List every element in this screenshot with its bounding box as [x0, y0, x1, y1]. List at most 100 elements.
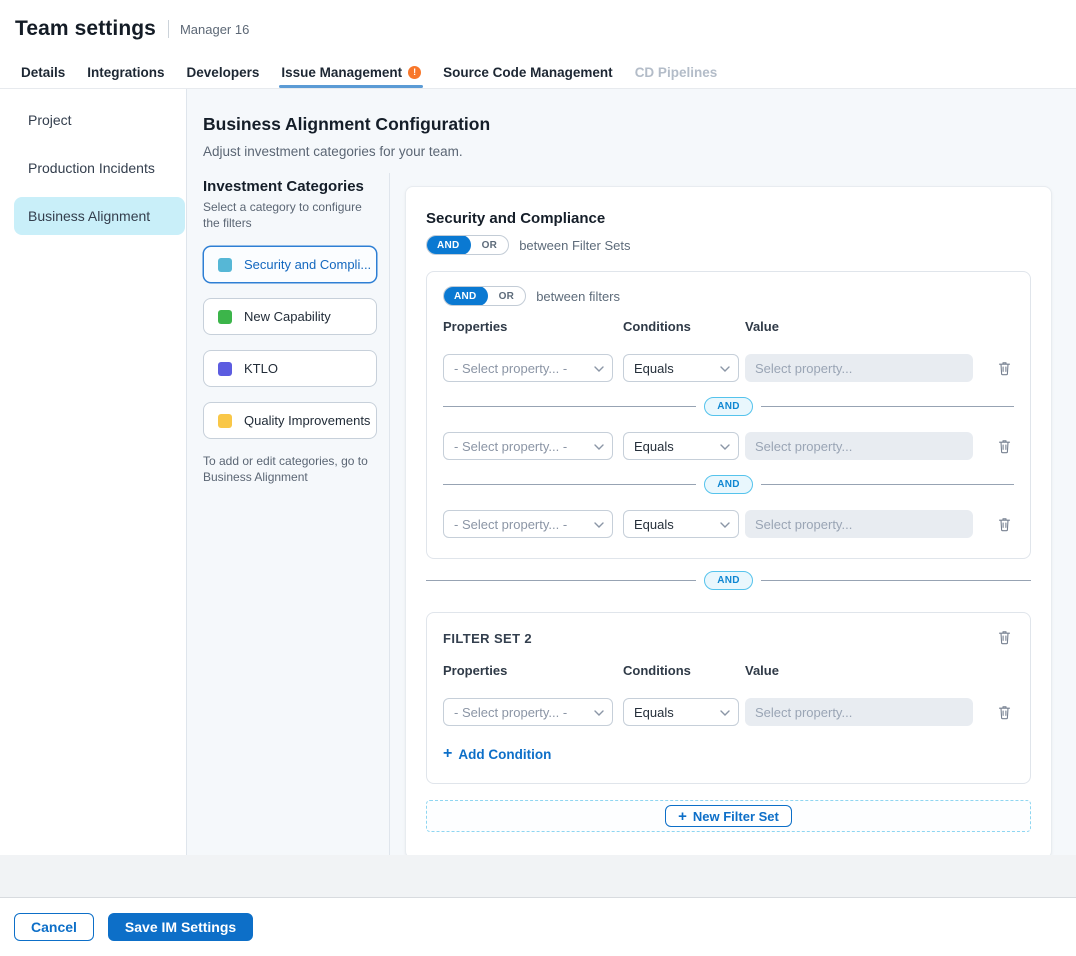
- chevron-down-icon: [720, 522, 730, 528]
- page-header: Team settings Manager 16: [0, 0, 1076, 58]
- category-color-swatch: [218, 362, 232, 376]
- footer-spacer: [0, 855, 1076, 898]
- and-connector: AND: [443, 475, 1014, 494]
- settings-tabbar: Details Integrations Developers Issue Ma…: [0, 58, 1076, 89]
- filter-row: - Select property... - Equals: [443, 698, 1014, 726]
- toggle-and-option[interactable]: AND: [443, 286, 488, 306]
- toggle-or-option[interactable]: OR: [488, 291, 526, 302]
- delete-filter-button[interactable]: [995, 358, 1014, 378]
- filter-set-2-title: FILTER SET 2: [443, 627, 532, 646]
- and-between-sets-connector: AND: [426, 571, 1031, 590]
- category-new-capability[interactable]: New Capability: [203, 298, 377, 335]
- properties-header: Properties: [443, 319, 613, 334]
- delete-filter-button[interactable]: [995, 702, 1014, 722]
- tab-issue-management[interactable]: Issue Management !: [281, 58, 421, 88]
- settings-sidebar: Project Production Incidents Business Al…: [0, 89, 187, 855]
- categories-title: Investment Categories: [203, 178, 377, 195]
- plus-icon: +: [443, 746, 452, 762]
- between-filters-label: between filters: [536, 289, 620, 304]
- team-settings-page: Team settings Manager 16 Details Integra…: [0, 0, 1076, 956]
- property-select[interactable]: - Select property... -: [443, 432, 613, 460]
- delete-filter-button[interactable]: [995, 436, 1014, 456]
- filter-set-1: AND OR between filters Properties Condit…: [426, 271, 1031, 559]
- main-panel: Business Alignment Configuration Adjust …: [187, 89, 1076, 855]
- value-input[interactable]: [745, 510, 973, 538]
- sidebar-item-production-incidents[interactable]: Production Incidents: [0, 149, 186, 187]
- add-condition-button[interactable]: + Add Condition: [443, 746, 551, 762]
- and-or-toggle[interactable]: AND OR: [426, 235, 509, 255]
- category-quality-improvements[interactable]: Quality Improvements: [203, 402, 377, 439]
- properties-header: Properties: [443, 663, 613, 678]
- investment-categories-column: Investment Categories Select a category …: [187, 173, 390, 855]
- value-input[interactable]: [745, 698, 973, 726]
- category-ktlo[interactable]: KTLO: [203, 350, 377, 387]
- and-or-toggle[interactable]: AND OR: [443, 286, 526, 306]
- save-im-settings-button[interactable]: Save IM Settings: [108, 913, 253, 941]
- conditions-header: Conditions: [623, 663, 739, 678]
- sidebar-item-business-alignment[interactable]: Business Alignment: [14, 197, 185, 235]
- condition-select[interactable]: Equals: [623, 354, 739, 382]
- filter-set-2-header: FILTER SET 2: [443, 627, 1014, 647]
- content-area: Project Production Incidents Business Al…: [0, 89, 1076, 855]
- category-color-swatch: [218, 258, 232, 272]
- value-header: Value: [745, 663, 973, 678]
- category-color-swatch: [218, 414, 232, 428]
- value-header: Value: [745, 319, 973, 334]
- toggle-and-option[interactable]: AND: [426, 235, 471, 255]
- trash-icon: [997, 438, 1012, 454]
- value-input[interactable]: [745, 354, 973, 382]
- action-footer: Cancel Save IM Settings: [0, 898, 1076, 956]
- category-security-and-compliance[interactable]: Security and Compli...: [203, 246, 377, 283]
- cancel-button[interactable]: Cancel: [14, 913, 94, 941]
- new-filter-set-dropzone: + New Filter Set: [426, 800, 1031, 832]
- chevron-down-icon: [720, 444, 730, 450]
- manager-subtitle: Manager 16: [180, 22, 249, 37]
- tab-source-code-management[interactable]: Source Code Management: [443, 58, 613, 88]
- property-select[interactable]: - Select property... -: [443, 354, 613, 382]
- between-filter-sets-label: between Filter Sets: [519, 238, 630, 253]
- and-connector: AND: [443, 397, 1014, 416]
- trash-icon: [997, 516, 1012, 532]
- section-header: Business Alignment Configuration Adjust …: [187, 89, 1076, 173]
- filter-column-headers: Properties Conditions Value: [443, 663, 1014, 678]
- chevron-down-icon: [720, 710, 730, 716]
- category-config-card: Security and Compliance AND OR between F…: [405, 186, 1052, 859]
- filter-column-headers: Properties Conditions Value: [443, 319, 1014, 334]
- delete-filter-set-button[interactable]: [995, 627, 1014, 647]
- page-title: Team settings: [15, 17, 156, 41]
- and-connector-pill[interactable]: AND: [704, 571, 753, 590]
- filter-set-2: FILTER SET 2 Properties Conditions Value: [426, 612, 1031, 784]
- toggle-or-option[interactable]: OR: [471, 240, 509, 251]
- plus-icon: +: [678, 809, 687, 824]
- condition-select[interactable]: Equals: [623, 698, 739, 726]
- trash-icon: [997, 629, 1012, 645]
- sidebar-item-project[interactable]: Project: [0, 101, 186, 139]
- between-filter-sets-row: AND OR between Filter Sets: [426, 235, 1031, 255]
- between-filters-row: AND OR between filters: [443, 286, 1014, 306]
- tab-cd-pipelines: CD Pipelines: [635, 58, 718, 88]
- tab-developers[interactable]: Developers: [187, 58, 260, 88]
- title-divider: [168, 20, 169, 38]
- filter-row: - Select property... - Equals: [443, 432, 1014, 460]
- filter-configuration-area: Security and Compliance AND OR between F…: [390, 173, 1076, 855]
- chevron-down-icon: [594, 522, 604, 528]
- delete-filter-button[interactable]: [995, 514, 1014, 534]
- condition-select[interactable]: Equals: [623, 432, 739, 460]
- tab-details[interactable]: Details: [21, 58, 65, 88]
- chevron-down-icon: [594, 366, 604, 372]
- warning-badge-icon: !: [408, 66, 421, 79]
- and-connector-pill[interactable]: AND: [704, 475, 753, 494]
- trash-icon: [997, 360, 1012, 376]
- and-connector-pill[interactable]: AND: [704, 397, 753, 416]
- chevron-down-icon: [594, 710, 604, 716]
- filter-row: - Select property... - Equals: [443, 354, 1014, 382]
- condition-select[interactable]: Equals: [623, 510, 739, 538]
- property-select[interactable]: - Select property... -: [443, 698, 613, 726]
- chevron-down-icon: [720, 366, 730, 372]
- new-filter-set-button[interactable]: + New Filter Set: [665, 805, 792, 827]
- categories-footnote: To add or edit categories, go to Busines…: [203, 453, 368, 485]
- section-body: Investment Categories Select a category …: [187, 173, 1076, 855]
- property-select[interactable]: - Select property... -: [443, 510, 613, 538]
- value-input[interactable]: [745, 432, 973, 460]
- tab-integrations[interactable]: Integrations: [87, 58, 164, 88]
